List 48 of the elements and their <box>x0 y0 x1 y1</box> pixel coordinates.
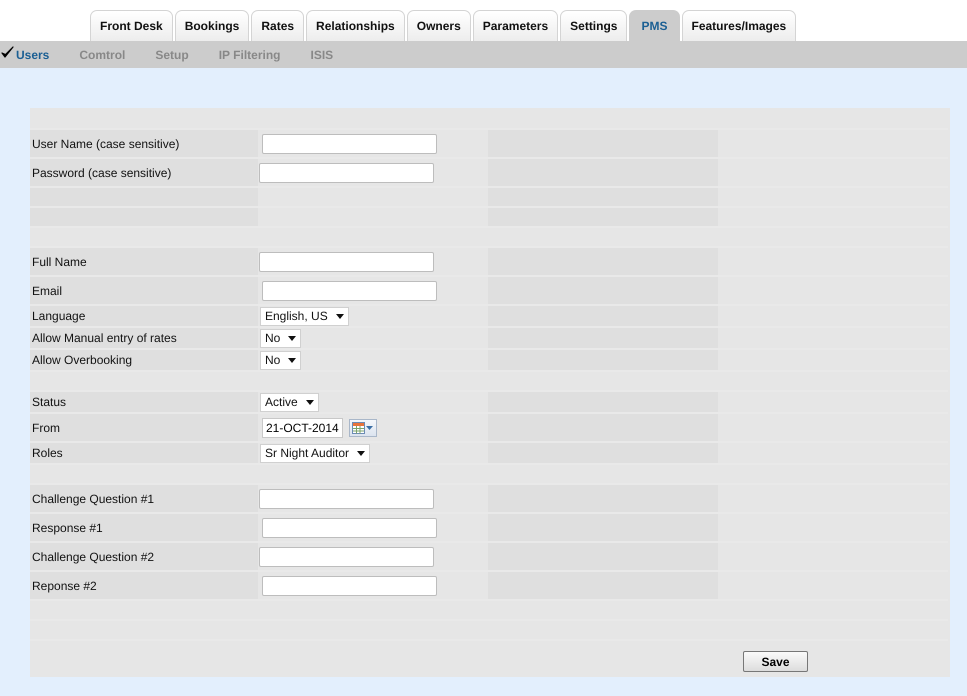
nav-tab[interactable]: Rates <box>251 10 304 41</box>
field-label: Full Name <box>31 254 87 268</box>
caret-icon <box>288 358 296 362</box>
caret-icon <box>357 450 366 456</box>
field-label: Allow Manual entry of rates <box>31 331 177 345</box>
input-field[interactable] <box>259 252 434 272</box>
field-label: Response #1 <box>31 520 103 534</box>
dropdown[interactable]: No <box>260 350 302 370</box>
input-field[interactable] <box>259 546 434 566</box>
nav-tab[interactable]: Parameters <box>472 10 558 41</box>
nav-tab[interactable]: Front Desk <box>90 10 173 41</box>
input-field[interactable] <box>262 280 437 300</box>
nav-tab[interactable]: Settings <box>560 10 628 41</box>
caret-icon <box>336 314 344 318</box>
dropdown[interactable]: Sr Night Auditor <box>260 444 370 462</box>
checkmark-icon <box>1 46 14 58</box>
nav-tab[interactable]: PMS <box>629 10 680 41</box>
caret-icon <box>366 426 374 430</box>
field-label: Challenge Question #2 <box>31 550 154 564</box>
nav-tab[interactable]: Relationships <box>306 10 405 41</box>
dropdown[interactable]: No <box>260 328 302 348</box>
subnav-link[interactable]: Users <box>16 48 50 62</box>
calendar-button[interactable] <box>348 418 377 436</box>
dropdown[interactable]: Active <box>260 392 319 412</box>
caret-icon <box>288 336 296 340</box>
calendar-icon <box>352 422 366 434</box>
field-label: Password (case sensitive) <box>31 166 172 180</box>
field-label: Allow Overbooking <box>31 353 132 367</box>
input-field[interactable] <box>262 576 437 596</box>
save-button[interactable]: Save <box>743 651 808 672</box>
dropdown[interactable]: English, US <box>260 306 349 326</box>
field-label: From <box>31 420 60 434</box>
field-label: Roles <box>31 446 63 460</box>
field-label: Language <box>31 309 86 323</box>
date-field[interactable]: 21-OCT-2014 <box>262 418 343 438</box>
field-label: User Name (case sensitive) <box>31 136 180 150</box>
input-field[interactable] <box>262 134 437 154</box>
input-field[interactable] <box>259 162 434 182</box>
nav-tab[interactable]: Features/Images <box>682 10 796 41</box>
field-label: Email <box>31 284 62 298</box>
nav-tab[interactable]: Owners <box>406 10 471 41</box>
nav-tab[interactable]: Bookings <box>174 10 250 41</box>
caret-icon <box>306 400 314 404</box>
field-label: Status <box>31 395 66 409</box>
field-label: Reponse #2 <box>31 578 97 592</box>
input-field[interactable] <box>262 518 437 538</box>
input-field[interactable] <box>259 488 434 508</box>
field-label: Challenge Question #1 <box>31 492 154 506</box>
